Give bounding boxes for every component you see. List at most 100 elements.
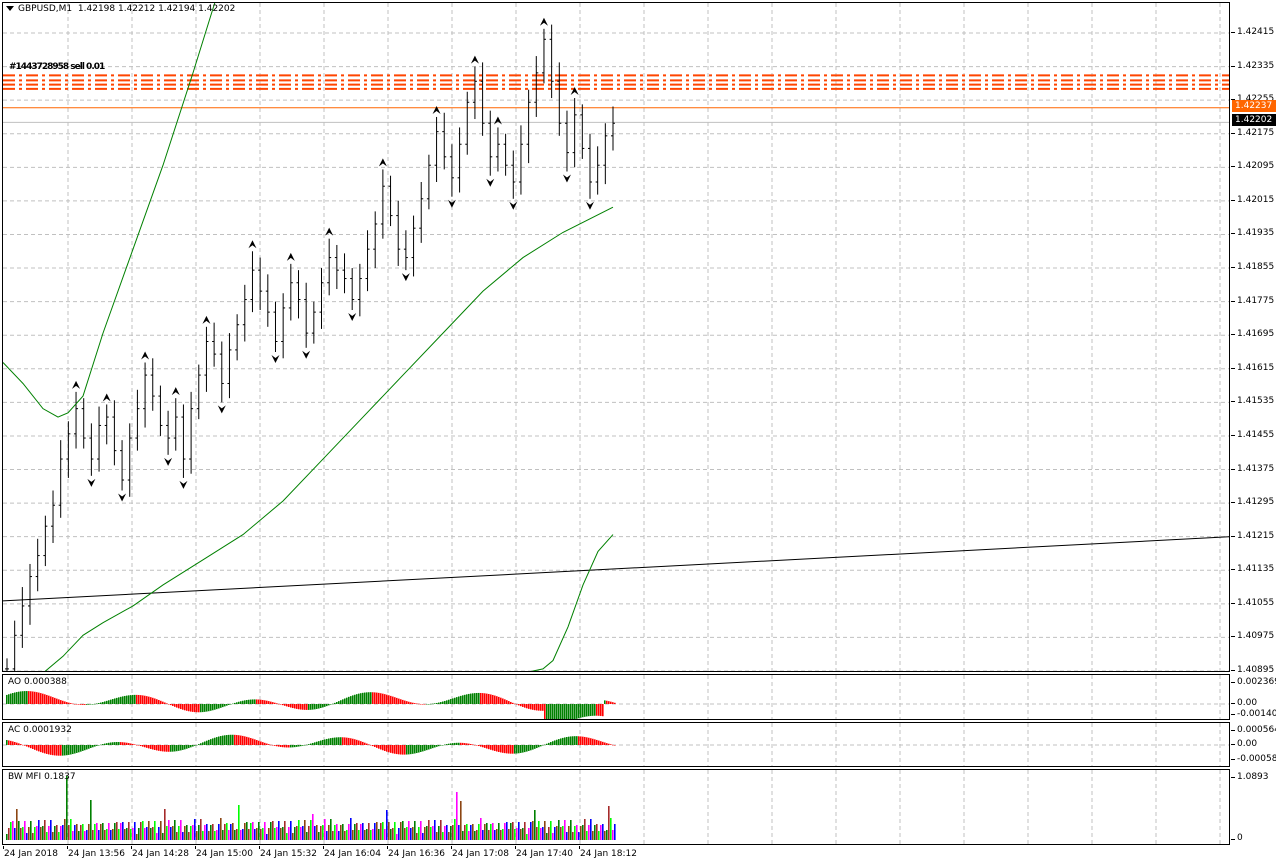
mfi-bar — [418, 827, 420, 840]
histogram-bar — [148, 745, 150, 749]
histogram-bar — [304, 745, 306, 746]
histogram-bar — [356, 739, 358, 745]
histogram-bar — [370, 692, 372, 704]
mfi-bar — [406, 827, 408, 840]
histogram-bar — [450, 699, 452, 704]
mfi-pane[interactable]: BW MFI 0.1837 — [2, 769, 1230, 845]
time-tick-label: 24 Jan 2018 — [4, 849, 58, 859]
dropdown-triangle-icon[interactable] — [6, 6, 14, 11]
histogram-bar — [464, 694, 466, 704]
mfi-bar — [244, 823, 246, 840]
histogram-bar — [488, 693, 490, 704]
histogram-bar — [256, 740, 258, 745]
histogram-bar — [40, 693, 42, 704]
mfi-bar — [50, 820, 52, 840]
histogram-bar — [84, 745, 86, 751]
mfi-bar — [372, 829, 374, 840]
mfi-bar — [326, 831, 328, 840]
histogram-bar — [298, 704, 300, 710]
mfi-bar — [118, 829, 120, 840]
histogram-bar — [8, 694, 10, 704]
histogram-bar — [434, 745, 436, 748]
mfi-bar — [290, 821, 292, 840]
histogram-bar — [150, 697, 152, 704]
mfi-bar — [574, 826, 576, 840]
histogram-bar — [226, 735, 228, 745]
histogram-bar — [562, 737, 564, 745]
mfi-bar — [354, 824, 356, 840]
histogram-bar — [470, 744, 472, 745]
histogram-bar — [280, 704, 282, 705]
histogram-bar — [288, 704, 290, 707]
histogram-bar — [24, 691, 26, 704]
histogram-bar — [298, 745, 300, 747]
histogram-bar — [146, 745, 148, 748]
histogram-bar — [272, 702, 274, 704]
histogram-bar — [432, 745, 434, 749]
histogram-bar — [338, 701, 340, 704]
mfi-bar — [564, 820, 566, 840]
mfi-bar — [430, 827, 432, 840]
histogram-bar — [222, 735, 224, 745]
price-tick-mark — [1231, 166, 1235, 168]
histogram-bar — [32, 691, 34, 704]
histogram-bar — [462, 742, 464, 745]
histogram-bar — [480, 692, 482, 704]
histogram-bar — [190, 704, 192, 712]
mfi-bar — [352, 830, 354, 840]
fractal-down-arrow-icon — [87, 478, 96, 487]
mfi-bar — [394, 822, 396, 840]
histogram-bar — [296, 704, 298, 709]
mfi-bar — [312, 814, 314, 840]
histogram-bar — [220, 704, 222, 708]
histogram-bar — [36, 745, 38, 751]
histogram-bar — [182, 704, 184, 710]
histogram-bar — [348, 696, 350, 704]
histogram-bar — [362, 741, 364, 745]
histogram-bar — [160, 745, 162, 752]
main-chart-pane[interactable] — [2, 2, 1230, 672]
histogram-bar — [398, 745, 400, 755]
mfi-bar — [222, 830, 224, 840]
histogram-bar — [562, 704, 564, 719]
histogram-bar — [128, 695, 130, 704]
mfi-bar — [322, 825, 324, 840]
histogram-bar — [538, 745, 540, 748]
ac-label: AC 0.0001932 — [8, 725, 72, 735]
histogram-bar — [46, 745, 48, 754]
ao-pane[interactable]: AO 0.000388 — [2, 674, 1230, 720]
histogram-bar — [16, 692, 18, 704]
histogram-bar — [150, 745, 152, 749]
mfi-bar — [214, 831, 216, 840]
mfi-bar — [338, 831, 340, 840]
histogram-bar — [232, 703, 234, 705]
histogram-bar — [336, 737, 338, 745]
mfi-bar — [64, 819, 66, 840]
histogram-bar — [158, 745, 160, 751]
mfi-bar — [440, 820, 442, 840]
mfi-bar — [486, 823, 488, 840]
histogram-bar — [340, 700, 342, 704]
histogram-bar — [180, 745, 182, 751]
histogram-bar — [10, 740, 12, 745]
histogram-bar — [564, 704, 566, 719]
mfi-bar — [392, 828, 394, 840]
price-chart[interactable] — [3, 3, 1230, 672]
histogram-bar — [230, 734, 232, 745]
time-tick-label: 24 Jan 15:32 — [260, 849, 317, 859]
histogram-bar — [230, 704, 232, 705]
mfi-bar — [374, 823, 376, 840]
histogram-bar — [398, 698, 400, 704]
histogram-bar — [426, 745, 428, 751]
histogram-bar — [342, 737, 344, 745]
histogram-bar — [286, 704, 288, 707]
histogram-bar — [462, 695, 464, 704]
mfi-bar — [184, 826, 186, 840]
mfi-bar — [146, 827, 148, 840]
mfi-bar — [48, 826, 50, 840]
histogram-bar — [470, 693, 472, 704]
ac-pane[interactable]: AC 0.0001932 — [2, 722, 1230, 767]
mfi-bar — [22, 827, 24, 840]
histogram-bar — [416, 745, 418, 754]
price-tick-label: 1.42015 — [1237, 194, 1275, 205]
